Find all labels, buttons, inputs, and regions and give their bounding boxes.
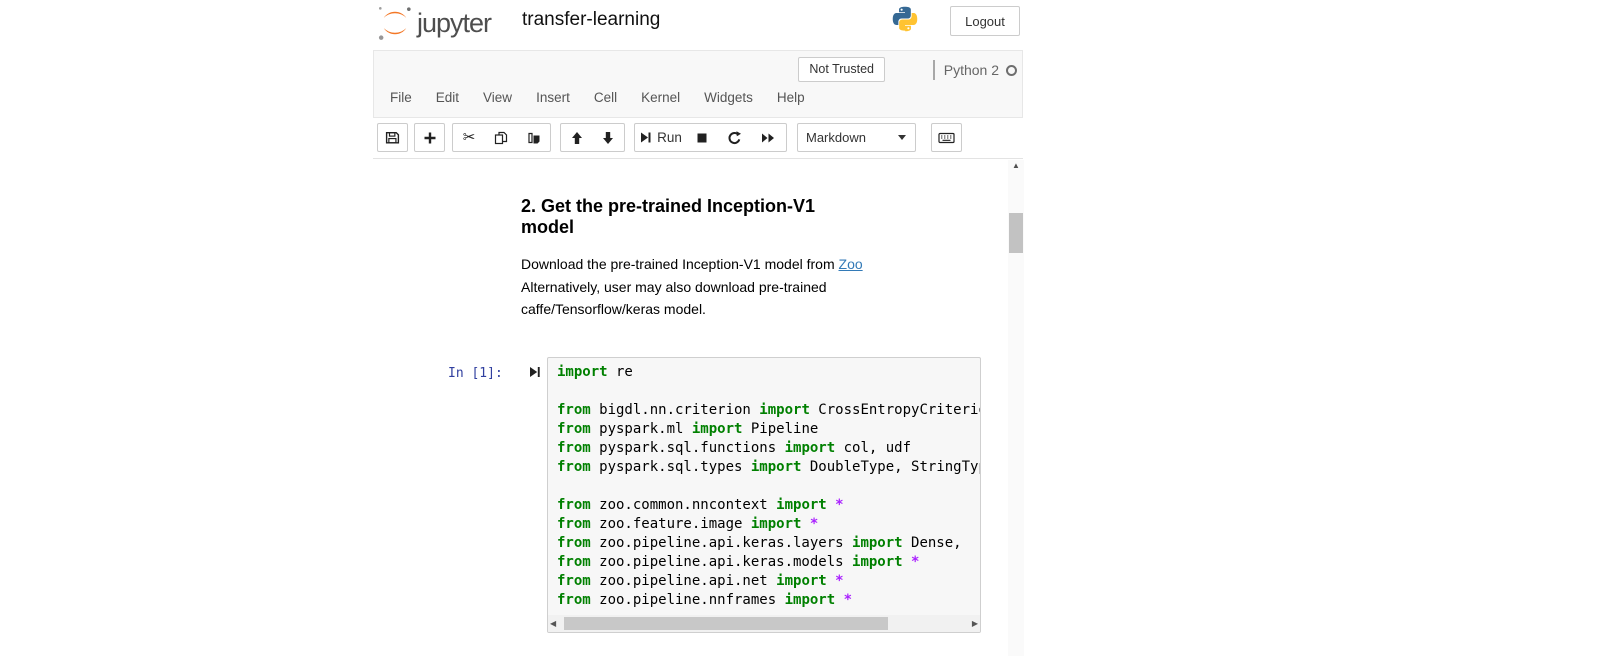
notebook-area: 2. Get the pre-trained Inception-V1 mode… [375, 159, 1025, 656]
restart-kernel-button[interactable] [718, 123, 751, 152]
header: jupyter transfer-learning Logout [375, 0, 1025, 48]
code-line: import re [557, 363, 981, 382]
save-button[interactable] [377, 123, 408, 152]
copy-cell-button[interactable] [485, 123, 518, 152]
run-this-cell-icon[interactable] [529, 365, 541, 379]
stop-icon [696, 132, 708, 144]
input-prompt: In [1]: [448, 366, 503, 381]
markdown-paragraph: Download the pre-trained Inception-V1 mo… [521, 253, 901, 321]
move-cell-down-button[interactable] [592, 123, 625, 152]
menu-edit[interactable]: Edit [424, 83, 471, 112]
step-forward-icon [639, 131, 652, 144]
kernel-idle-icon [1006, 65, 1017, 76]
code-cell: In [1]: import re from bigdl.nn.criterio… [375, 357, 1025, 633]
page-vertical-scrollbar[interactable]: ▲ [1008, 160, 1024, 656]
kernel-divider [933, 60, 935, 80]
horizontal-scrollbar-thumb[interactable] [564, 617, 888, 630]
markdown-heading: 2. Get the pre-trained Inception-V1 mode… [521, 196, 873, 238]
code-line: from pyspark.sql.functions import col, u… [557, 439, 981, 458]
menu-kernel[interactable]: Kernel [629, 83, 692, 112]
menubar: Not Trusted Python 2 File Edit View Inse… [373, 50, 1023, 118]
paragraph-line1: Download the pre-trained Inception-V1 mo… [521, 256, 839, 272]
scroll-up-icon[interactable]: ▲ [1008, 161, 1024, 170]
zoo-link[interactable]: Zoo [839, 256, 863, 272]
code-line: from pyspark.ml import Pipeline [557, 420, 981, 439]
code-line: from zoo.pipeline.nnframes import * [557, 591, 981, 610]
scroll-left-icon[interactable]: ◀ [550, 619, 556, 628]
run-cell-button[interactable]: Run [634, 123, 687, 152]
code-line: from zoo.pipeline.api.net import * [557, 572, 981, 591]
code-horizontal-scrollbar[interactable]: ◀ ▶ [548, 615, 980, 632]
cut-cell-button[interactable]: ✂ [452, 123, 486, 152]
menu-file[interactable]: File [378, 83, 424, 112]
jupyter-logo-text: jupyter [417, 8, 491, 39]
cell-type-dropdown[interactable]: Markdown [797, 123, 916, 152]
notebook-title[interactable]: transfer-learning [522, 9, 660, 31]
menu-view[interactable]: View [471, 83, 524, 112]
menu-help[interactable]: Help [765, 83, 817, 112]
paragraph-line3: caffe/Tensorflow/keras model. [521, 301, 706, 317]
menu-widgets[interactable]: Widgets [692, 83, 765, 112]
code-line: from bigdl.nn.criterion import CrossEntr… [557, 401, 981, 420]
fast-forward-icon [761, 132, 775, 144]
add-cell-button[interactable] [414, 123, 445, 152]
arrow-down-icon [601, 131, 615, 145]
code-line: from zoo.pipeline.api.keras.layers impor… [557, 534, 981, 553]
kernel-indicator: Python 2 [933, 60, 1017, 80]
jupyter-planet-icon [376, 3, 414, 43]
command-palette-button[interactable] [931, 123, 962, 152]
paragraph-line2: Alternatively, user may also download pr… [521, 279, 827, 295]
floppy-icon [385, 130, 400, 145]
markdown-cell[interactable]: 2. Get the pre-trained Inception-V1 mode… [521, 196, 901, 321]
vertical-scrollbar-thumb[interactable] [1009, 213, 1023, 253]
move-cell-up-button[interactable] [560, 123, 593, 152]
restart-run-all-button[interactable] [750, 123, 787, 152]
menu-insert[interactable]: Insert [524, 83, 582, 112]
copy-icon [494, 131, 508, 145]
scroll-right-icon[interactable]: ▶ [972, 619, 978, 628]
toolbar: ✂ [375, 122, 1025, 158]
code-line: from zoo.pipeline.api.keras.models impor… [557, 553, 981, 572]
scissors-icon: ✂ [463, 130, 476, 145]
code-line: from pyspark.sql.types import DoubleType… [557, 458, 981, 477]
jupyter-notebook-app: jupyter transfer-learning Logout Not Tru… [375, 0, 1025, 656]
refresh-icon [727, 130, 742, 145]
code-editor[interactable]: import re from bigdl.nn.criterion import… [547, 357, 981, 633]
trust-status-badge[interactable]: Not Trusted [798, 57, 885, 82]
cell-type-value: Markdown [806, 130, 866, 145]
code-line: from zoo.feature.image import * [557, 515, 981, 534]
paste-cell-button[interactable] [517, 123, 551, 152]
kernel-name: Python 2 [944, 62, 999, 78]
keyboard-icon [938, 131, 955, 145]
menu-cell[interactable]: Cell [582, 83, 629, 112]
menu-bar: File Edit View Insert Cell Kernel Widget… [378, 83, 817, 112]
code-line: from zoo.common.nncontext import * [557, 496, 981, 515]
run-button-label: Run [657, 130, 682, 145]
interrupt-kernel-button[interactable] [686, 123, 719, 152]
code-content: import re from bigdl.nn.criterion import… [557, 363, 981, 610]
chevron-down-icon [898, 135, 906, 140]
paste-icon [527, 131, 541, 145]
python-kernel-icon [891, 5, 919, 33]
arrow-up-icon [570, 131, 584, 145]
code-line [557, 382, 981, 401]
plus-icon [423, 131, 437, 145]
jupyter-logo[interactable]: jupyter [376, 3, 491, 43]
logout-button[interactable]: Logout [950, 6, 1020, 36]
code-line [557, 477, 981, 496]
